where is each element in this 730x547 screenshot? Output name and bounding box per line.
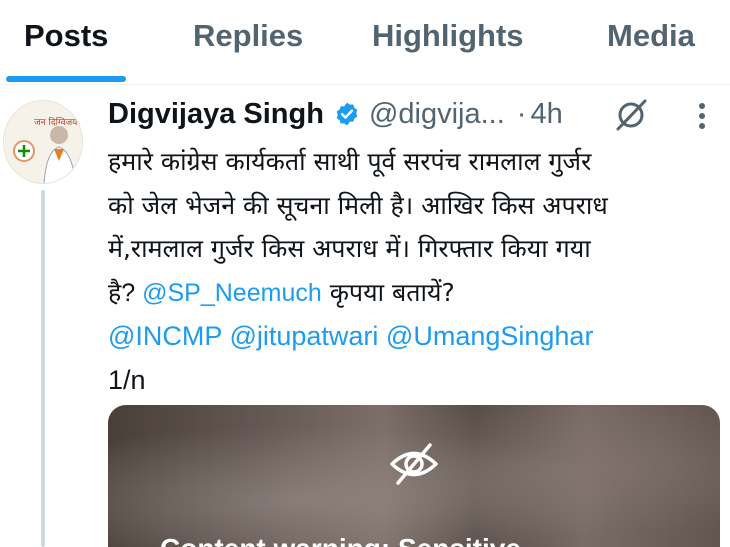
tab-media[interactable]: Media: [607, 18, 695, 54]
tab-highlights[interactable]: Highlights: [372, 18, 524, 54]
profile-photo-avatar: जन दिग्विजय: [4, 101, 82, 183]
mention-link[interactable]: @INCMP: [108, 321, 222, 351]
verified-badge-icon: [336, 102, 358, 126]
post-text-line: है? @SP_Neemuch कृपया बतायें?: [108, 271, 723, 316]
mention-link[interactable]: @SP_Neemuch: [142, 279, 322, 307]
eye-slash-icon: [390, 443, 438, 485]
post-text-line: हमारे कांग्रेस कार्यकर्ता साथी पूर्व सरप…: [108, 140, 723, 184]
grok-icon[interactable]: [612, 98, 650, 132]
thread-line: [41, 190, 45, 547]
content-warning-text: Content warning: Sensitive: [160, 533, 521, 547]
author-handle[interactable]: @digvija...: [369, 98, 505, 131]
post-text-line: को जेल भेजने की सूचना मिली है। आखिर किस …: [108, 184, 723, 228]
post-header: Digvijaya Singh @digvija... · 4h: [108, 94, 563, 134]
tab-replies[interactable]: Replies: [193, 18, 303, 54]
mention-link[interactable]: @jitupatwari: [229, 321, 378, 351]
post-text-segment: है?: [108, 278, 143, 307]
post-text-segment: को जेल भेजने की सूचना मिली है। आखिर किस …: [108, 190, 608, 220]
more-options-icon[interactable]: [696, 101, 708, 131]
avatar[interactable]: जन दिग्विजय: [3, 100, 83, 184]
media-sensitive-content[interactable]: Content warning: Sensitive: [108, 405, 720, 547]
avatar-text: जन दिग्विजय: [34, 116, 78, 128]
active-tab-indicator: [6, 76, 126, 82]
tab-posts[interactable]: Posts: [24, 18, 108, 54]
tabs-divider: [0, 84, 730, 85]
separator-dot: ·: [516, 97, 527, 130]
post-text-segment: हमारे कांग्रेस कार्यकर्ता साथी पूर्व सरप…: [108, 147, 592, 176]
thread-count: 1/n: [108, 364, 146, 395]
post-text-segment: कृपया बतायें?: [321, 277, 455, 307]
author-name[interactable]: Digvijaya Singh: [108, 98, 324, 131]
mention-link[interactable]: @UmangSinghar: [386, 321, 594, 351]
post-text-line: में,रामलाल गुर्जर किस अपराध में। गिरफ्ता…: [108, 227, 723, 271]
post-text-segment: में,रामलाल गुर्जर किस अपराध में। गिरफ्ता…: [108, 234, 591, 263]
profile-tabs: Posts Replies Highlights Media: [0, 0, 730, 84]
post-time[interactable]: 4h: [530, 98, 562, 131]
post-text: हमारे कांग्रेस कार्यकर्ता साथी पूर्व सरप…: [108, 140, 723, 402]
mentions-line: @INCMP @jitupatwari @UmangSinghar: [108, 315, 723, 359]
